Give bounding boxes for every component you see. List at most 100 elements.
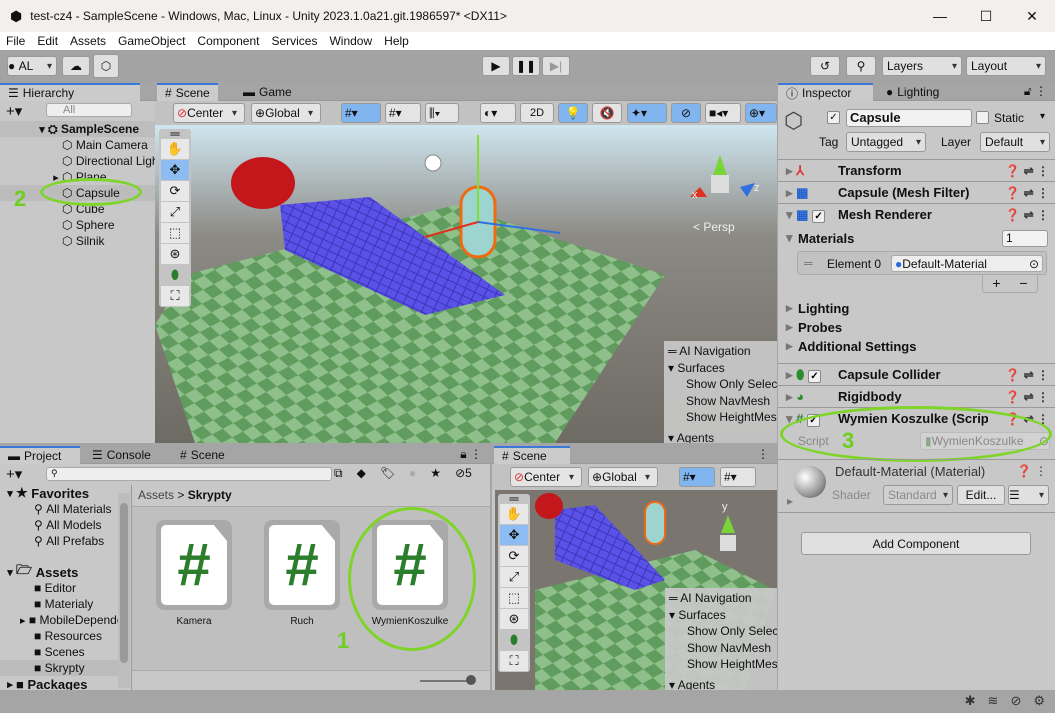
folder-item[interactable]: ■ Editor bbox=[0, 580, 130, 596]
material-foldout[interactable]: ▸ bbox=[787, 494, 793, 508]
grid-snap-button[interactable]: #▾ bbox=[341, 103, 381, 123]
tab-project[interactable]: ▬ Project bbox=[0, 446, 80, 464]
menu-assets[interactable]: Assets bbox=[64, 34, 112, 48]
play-button[interactable]: ▶ bbox=[482, 56, 510, 76]
nav-option[interactable]: Show Only Selected bbox=[669, 623, 777, 640]
create-button[interactable]: +▾ bbox=[6, 465, 22, 483]
bug-icon[interactable]: ✱ bbox=[965, 693, 976, 709]
active-checkbox[interactable]: ✓ bbox=[827, 111, 840, 124]
account-dropdown[interactable]: ● AL bbox=[7, 56, 57, 76]
scale-tool-button[interactable]: ⤢ bbox=[500, 567, 528, 587]
move-tool-button[interactable]: ✥ bbox=[500, 525, 528, 545]
undo-history-button[interactable]: ↺ bbox=[810, 56, 840, 76]
close-button[interactable]: ✕ bbox=[1009, 8, 1055, 25]
collider-tool-button[interactable]: ⬮ bbox=[161, 265, 189, 285]
transform-tool-button[interactable]: ⊛ bbox=[161, 244, 189, 264]
snap-increment-button[interactable]: #▾ bbox=[720, 467, 756, 487]
hierarchy-item[interactable]: ⬡ Directional Light bbox=[0, 153, 155, 169]
materials-size-input[interactable]: 1 bbox=[1002, 230, 1048, 247]
assets-foldout[interactable]: ▾ 🗁 Assets bbox=[0, 564, 130, 580]
hierarchy-item[interactable]: ⬡ Sphere bbox=[0, 217, 155, 233]
menu-edit[interactable]: Edit bbox=[31, 34, 64, 48]
asset-file[interactable]: # Ruch bbox=[252, 520, 352, 627]
no-network-icon[interactable]: ⊘ bbox=[1010, 693, 1021, 709]
enabled-checkbox[interactable]: ✓ bbox=[812, 209, 826, 223]
camera-button[interactable]: ■◂▾ bbox=[705, 103, 741, 123]
hierarchy-search-input[interactable]: All bbox=[46, 103, 132, 117]
packages-foldout[interactable]: ▸ ■ Packages bbox=[0, 676, 130, 691]
nav-option[interactable]: Show NavMesh bbox=[669, 640, 773, 657]
collider-tool-button[interactable]: ⬮ bbox=[500, 630, 528, 650]
directional-light-icon[interactable] bbox=[424, 154, 442, 172]
menu-services[interactable]: Services bbox=[265, 34, 323, 48]
component-actions[interactable]: ❓ ⇌ ⋮ bbox=[1005, 368, 1049, 382]
component-transform[interactable]: ▸ ⅄ Transform ❓ ⇌ ⋮ bbox=[778, 159, 1055, 181]
additional-settings-foldout[interactable]: ▸ Additional Settings bbox=[778, 335, 1055, 357]
agents-foldout[interactable]: ▾ Agents bbox=[668, 430, 773, 444]
projection-label[interactable]: < Persp bbox=[693, 220, 735, 234]
hand-tool-button[interactable]: ✋ bbox=[500, 504, 528, 524]
hidden-objects-toggle[interactable]: ⊘ bbox=[671, 103, 701, 123]
enabled-checkbox[interactable]: ✓ bbox=[807, 369, 821, 383]
rotate-tool-button[interactable]: ⟳ bbox=[500, 546, 528, 566]
static-checkbox[interactable] bbox=[976, 111, 989, 124]
space-dropdown[interactable]: ⊕ Global bbox=[588, 467, 658, 487]
tab-game[interactable]: ▬ Game bbox=[235, 83, 300, 101]
menu-file[interactable]: File bbox=[0, 34, 31, 48]
tree-scrollbar[interactable] bbox=[118, 493, 130, 688]
breadcrumb-assets[interactable]: Assets bbox=[138, 488, 174, 502]
transform-tool-button[interactable]: ⊛ bbox=[500, 609, 528, 629]
component-mesh-filter[interactable]: ▸ ▦ Capsule (Mesh Filter) ❓ ⇌ ⋮ bbox=[778, 181, 1055, 203]
agents-foldout[interactable]: ▾ Agents bbox=[669, 677, 773, 691]
favorite-item[interactable]: ⚲ All Prefabs bbox=[0, 533, 130, 549]
tag-dropdown[interactable]: Untagged bbox=[846, 132, 926, 152]
remove-element-button[interactable]: − bbox=[1019, 275, 1027, 292]
reorder-handle[interactable]: ═ bbox=[804, 256, 813, 270]
component-actions[interactable]: ❓ ⇌ ⋮ bbox=[1005, 390, 1049, 404]
layer-dropdown[interactable]: Default bbox=[980, 132, 1050, 152]
component-actions[interactable]: ❓ ⇌ ⋮ bbox=[1005, 186, 1049, 200]
rect-tool-button[interactable]: ⬚ bbox=[500, 588, 528, 608]
type-filter-icon[interactable]: ◆ bbox=[357, 466, 366, 481]
component-actions[interactable]: ❓ ⇌ ⋮ bbox=[1005, 164, 1049, 178]
project-search-input[interactable]: ⚲ bbox=[46, 467, 332, 481]
settings-icon[interactable]: ⚙ bbox=[1033, 693, 1045, 709]
custom-tool-button[interactable]: ⛶ bbox=[161, 286, 189, 306]
surfaces-foldout[interactable]: ▾ Surfaces bbox=[669, 607, 773, 624]
effects-button[interactable]: ✦▾ bbox=[627, 103, 667, 123]
pivot-dropdown[interactable]: ⊘ Center bbox=[173, 103, 245, 123]
minimize-button[interactable]: — bbox=[917, 8, 963, 24]
scale-tool-button[interactable]: ⤢ bbox=[161, 202, 189, 222]
cloud-button[interactable]: ☁ bbox=[62, 56, 90, 76]
drag-handle[interactable]: ═ bbox=[500, 492, 528, 505]
folder-item[interactable]: ■ Materialy bbox=[0, 596, 130, 612]
expand-icon[interactable]: ▸ bbox=[20, 614, 26, 627]
add-element-button[interactable]: + bbox=[992, 275, 1000, 292]
lock-icon[interactable]: 🔒︎ ⋮ bbox=[460, 447, 482, 462]
add-button[interactable]: +▾ bbox=[6, 102, 22, 120]
hierarchy-item[interactable]: ⬡ Silnik bbox=[0, 233, 155, 249]
menu-help[interactable]: Help bbox=[378, 34, 415, 48]
folder-item[interactable]: ▸ ■ MobileDependencies bbox=[0, 612, 130, 628]
plastic-scm-button[interactable]: ⬡ bbox=[93, 54, 119, 78]
lock-icon[interactable]: 🔓︎ ⋮ bbox=[1024, 84, 1047, 99]
hand-tool-button[interactable]: ✋ bbox=[161, 139, 189, 159]
component-capsule-collider[interactable]: ▸ ⬮ ✓ Capsule Collider ❓ ⇌ ⋮ bbox=[778, 363, 1055, 385]
grid-snap-button[interactable]: #▾ bbox=[679, 467, 715, 487]
layout-dropdown[interactable]: Layout bbox=[966, 56, 1046, 76]
2d-toggle[interactable]: 2D bbox=[520, 103, 554, 123]
log-filter-icon[interactable]: ● bbox=[409, 466, 416, 481]
favorites-foldout[interactable]: ▾ ★ Favorites bbox=[0, 485, 130, 501]
tab-lighting[interactable]: ● Lighting bbox=[878, 83, 947, 101]
scene-root[interactable]: ▾ ⛭ SampleScene bbox=[0, 121, 155, 137]
tab-inspector[interactable]: ⓘ Inspector bbox=[778, 83, 873, 101]
tab-console[interactable]: ☰ Console bbox=[84, 446, 159, 464]
pause-button[interactable]: ❚❚ bbox=[512, 56, 540, 76]
slider-thumb[interactable] bbox=[466, 675, 476, 685]
pivot-dropdown[interactable]: ⊘ Center bbox=[510, 467, 582, 487]
component-rigidbody[interactable]: ▸ ◕ Rigidbody ❓ ⇌ ⋮ bbox=[778, 385, 1055, 407]
folder-item-selected[interactable]: ■ Skrypty bbox=[0, 660, 130, 676]
audio-toggle[interactable]: 🔇 bbox=[592, 103, 622, 123]
menu-gameobject[interactable]: GameObject bbox=[112, 34, 191, 48]
add-component-button[interactable]: Add Component bbox=[801, 532, 1031, 555]
